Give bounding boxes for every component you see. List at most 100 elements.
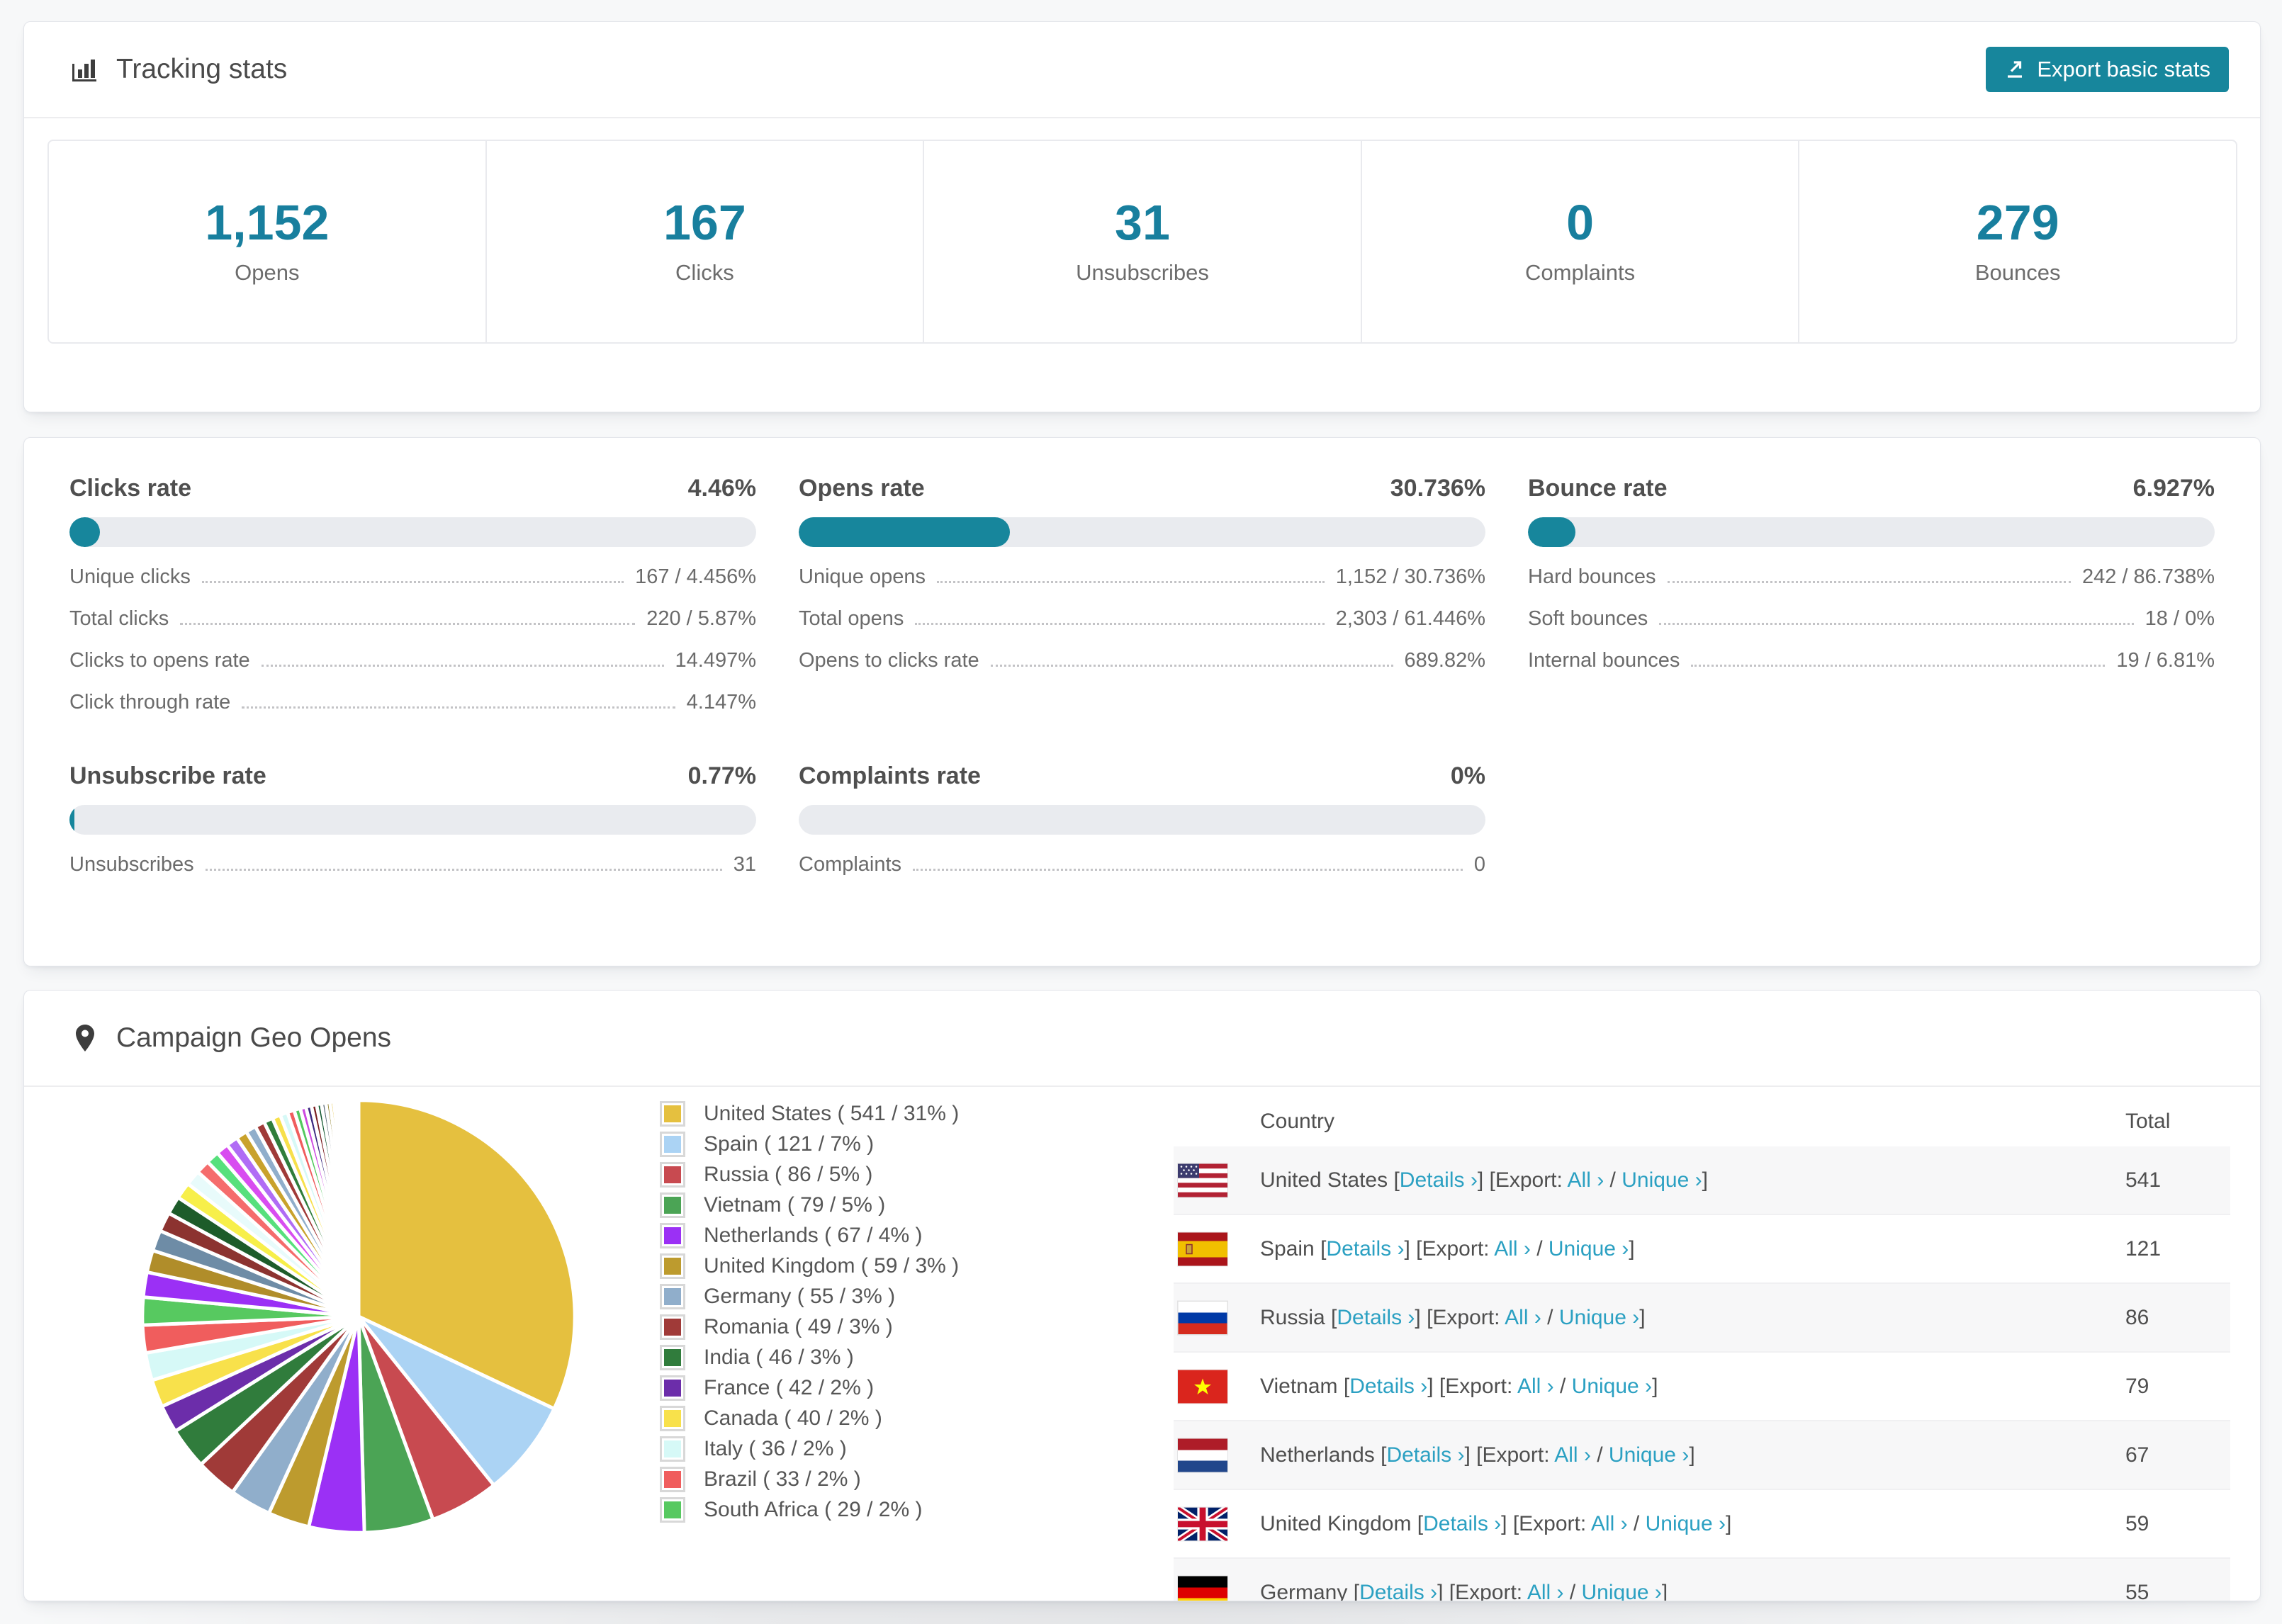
export-all-link[interactable]: All › (1554, 1443, 1591, 1467)
rate-row-value: 220 / 5.87% (646, 607, 756, 630)
table-row: Netherlands [Details ›] [Export: All › /… (1174, 1421, 2230, 1490)
pie-slice-other (356, 1098, 361, 1317)
rate-rows: Unique clicks 167 / 4.456% Total clicks 220… (69, 565, 756, 733)
dotted-leader (242, 706, 675, 709)
progress-bar-track (69, 805, 756, 835)
legend-swatch (660, 1131, 685, 1157)
details-link[interactable]: Details › (1326, 1237, 1404, 1261)
export-all-link[interactable]: All › (1527, 1581, 1564, 1601)
export-all-link[interactable]: All › (1494, 1237, 1531, 1261)
legend-item: South Africa ( 29 / 2% ) (660, 1494, 959, 1525)
rate-percent: 0% (1450, 762, 1485, 789)
geo-header: Campaign Geo Opens (24, 991, 2260, 1087)
progress-bar-fill (1528, 517, 1576, 547)
export-all-link[interactable]: All › (1517, 1375, 1554, 1398)
details-link[interactable]: Details › (1359, 1581, 1437, 1601)
legend-label: United Kingdom ( 59 / 3% ) (704, 1253, 960, 1278)
legend-label: Vietnam ( 79 / 5% ) (704, 1192, 886, 1217)
legend-swatch (660, 1161, 685, 1188)
dotted-leader (990, 665, 1393, 667)
export-all-link[interactable]: All › (1568, 1168, 1604, 1192)
legend-swatch (660, 1375, 685, 1401)
legend-swatch (660, 1100, 685, 1127)
legend-label: Romania ( 49 / 3% ) (704, 1314, 893, 1338)
stat-box: 1,152 Opens (49, 141, 487, 342)
export-unique-link[interactable]: Unique › (1621, 1168, 1702, 1192)
rate-title: Opens rate (799, 475, 925, 502)
total-cell: 86 (2125, 1305, 2149, 1329)
tracking-stats-card: Tracking stats Export basic stats 1,152 O… (23, 21, 2261, 412)
rate-row-value: 689.82% (1404, 649, 1486, 672)
geo-table-body: United States [Details ›] [Export: All ›… (1174, 1146, 2230, 1601)
rate-row-value: 0 (1473, 853, 1485, 876)
rate-row-label: Click through rate (69, 691, 231, 714)
rate-row-value: 4.147% (686, 691, 756, 714)
stat-label: Complaints (1525, 260, 1636, 285)
export-basic-stats-button[interactable]: Export basic stats (1986, 47, 2229, 92)
dotted-leader (1667, 581, 2071, 583)
total-cell: 55 (2125, 1580, 2149, 1601)
total-cell: 79 (2125, 1374, 2149, 1398)
export-unique-link[interactable]: Unique › (1609, 1443, 1689, 1467)
country-name: Russia (1260, 1305, 1332, 1329)
country-name: United States (1260, 1168, 1394, 1192)
stat-value: 167 (663, 195, 746, 250)
progress-bar-track (69, 517, 756, 547)
total-cell: 67 (2125, 1443, 2149, 1467)
export-all-link[interactable]: All › (1591, 1512, 1628, 1535)
rate-rows: Unique opens 1,152 / 30.736% Total opens 2,… (799, 565, 1485, 691)
rate-head: Clicks rate 4.46% (69, 475, 756, 509)
map-pin-icon (69, 1022, 101, 1054)
country-name: Germany (1260, 1580, 1354, 1601)
rate-row-label: Total opens (799, 607, 904, 630)
stat-label: Opens (235, 260, 300, 285)
legend-swatch (660, 1283, 685, 1309)
rate-row: Unsubscribes 31 (69, 853, 756, 895)
rate-row-value: 2,303 / 61.446% (1335, 607, 1485, 630)
export-unique-link[interactable]: Unique › (1582, 1581, 1662, 1601)
legend-swatch (660, 1253, 685, 1279)
country-cell: Russia [Details ›] [Export: All › / Uniq… (1260, 1305, 1646, 1329)
legend-label: United States ( 541 / 31% ) (704, 1101, 960, 1125)
country-column-header: Country (1260, 1110, 1335, 1133)
stat-box: 0 Complaints (1362, 141, 1800, 342)
rates-grid: Clicks rate 4.46% Unique clicks 167 / 4.456… (69, 475, 2215, 895)
table-row: Russia [Details ›] [Export: All › / Uniq… (1174, 1284, 2230, 1353)
table-row: Spain [Details ›] [Export: All › / Uniqu… (1174, 1215, 2230, 1284)
legend-item: Romania ( 49 / 3% ) (660, 1312, 959, 1342)
legend-swatch (660, 1405, 685, 1431)
export-unique-link[interactable]: Unique › (1548, 1237, 1629, 1261)
dotted-leader (913, 869, 1463, 871)
rate-percent: 30.736% (1390, 475, 1485, 502)
flag-es-icon (1178, 1232, 1227, 1265)
flag-us-icon (1178, 1163, 1227, 1197)
rate-head: Unsubscribe rate 0.77% (69, 762, 756, 796)
rate-head: Bounce rate 6.927% (1528, 475, 2215, 509)
dotted-leader (261, 665, 664, 667)
stats-row: 1,152 Opens 167 Clicks 31 Unsubscribes 0 Compla… (47, 140, 2237, 344)
export-all-link[interactable]: All › (1505, 1306, 1541, 1329)
export-unique-link[interactable]: Unique › (1559, 1306, 1639, 1329)
rate-row: Soft bounces 18 / 0% (1528, 607, 2215, 649)
rate-row-label: Hard bounces (1528, 565, 1656, 588)
table-row: United States [Details ›] [Export: All ›… (1174, 1146, 2230, 1215)
export-unique-link[interactable]: Unique › (1646, 1512, 1726, 1535)
export-unique-link[interactable]: Unique › (1572, 1375, 1652, 1398)
details-link[interactable]: Details › (1400, 1168, 1478, 1192)
legend-swatch (660, 1436, 685, 1462)
page-title: Tracking stats (116, 54, 288, 84)
stat-label: Unsubscribes (1076, 260, 1209, 285)
geo-title: Campaign Geo Opens (116, 1022, 392, 1053)
legend-item: Germany ( 55 / 3% ) (660, 1281, 959, 1312)
details-link[interactable]: Details › (1349, 1375, 1427, 1398)
details-link[interactable]: Details › (1337, 1306, 1415, 1329)
legend-swatch (660, 1314, 685, 1340)
rate-rows: Complaints 0 (799, 853, 1485, 895)
details-link[interactable]: Details › (1386, 1443, 1464, 1467)
rate-row-label: Complaints (799, 853, 902, 876)
progress-bar-fill (69, 517, 101, 547)
rate-row-value: 1,152 / 30.736% (1335, 565, 1485, 588)
details-link[interactable]: Details › (1423, 1512, 1501, 1535)
legend-label: India ( 46 / 3% ) (704, 1345, 854, 1369)
rate-rows: Hard bounces 242 / 86.738% Soft bounces 18 … (1528, 565, 2215, 691)
